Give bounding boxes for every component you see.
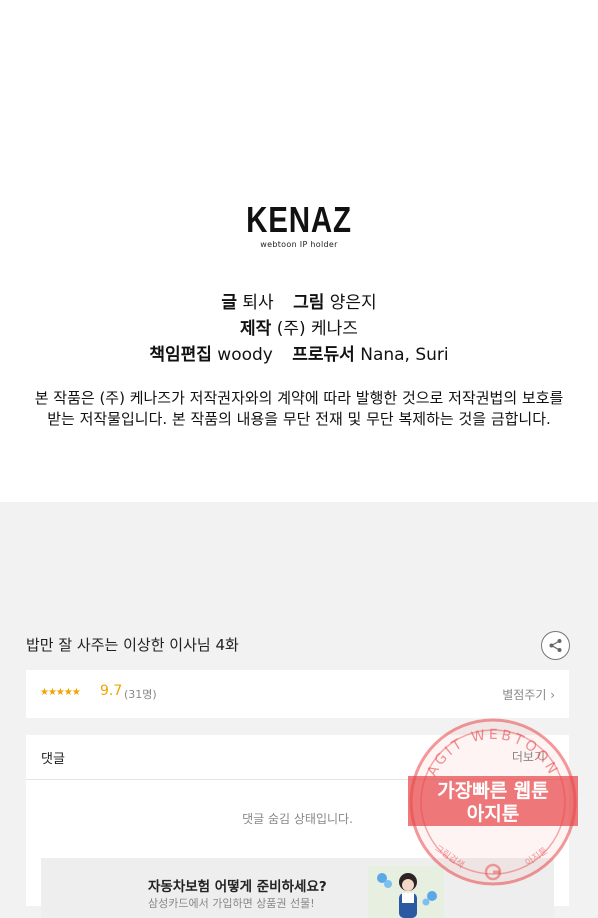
story-label: 글 (221, 293, 237, 313)
notice-line-1: 본 작품은 (주) 케나즈가 저작권자와의 계약에 따라 발행한 것으로 저작권… (34, 389, 564, 407)
ad-banner[interactable]: 자동차보험 어떻게 준비하세요? 삼성카드에서 가입하면 상품권 선물! (41, 858, 554, 918)
production-value: (주) 케나즈 (276, 319, 358, 339)
episode-title: 밥만 잘 사주는 이상한 이사님 4화 (26, 636, 239, 654)
comments-title: 댓글 (41, 752, 65, 767)
copyright-notice: 본 작품은 (주) 케나즈가 저작권자와의 계약에 따라 발행한 것으로 저작권… (20, 388, 578, 430)
rating-stars: ★★★★★ (40, 687, 81, 698)
rating-score: 9.7 (100, 683, 123, 699)
ad-image (368, 866, 444, 918)
share-icon (549, 639, 562, 652)
ad-title: 자동차보험 어떻게 준비하세요? (148, 879, 327, 895)
producer-value: Nana, Suri (360, 345, 449, 365)
logo-tagline: webtoon IP holder (260, 240, 338, 249)
rating-count: (31명) (124, 688, 157, 701)
comments-section: 댓글 더보기 댓글 숨김 상태입니다. 자동차보험 어떻게 준비하세요? 삼성카… (26, 735, 569, 918)
credits-line-2: 제작 (주) 케나즈 (0, 316, 598, 342)
credits-line-3: 책임편집 woody 프로듀서 Nana, Suri (0, 342, 598, 368)
story-value: 퇴사 (242, 293, 274, 313)
ad-illustration (377, 873, 437, 918)
rating-bar: ★★★★★ 9.7 (31명) 별점주기 › (26, 670, 569, 718)
producer-label: 프로듀서 (292, 345, 355, 365)
credits-page: KENAZ webtoon IP holder 글 퇴사 그림 양은지 제작 (… (0, 0, 598, 502)
editor-label: 책임편집 (149, 345, 212, 365)
editor-value: woody (217, 345, 273, 365)
share-button[interactable] (541, 631, 570, 660)
comments-hidden-message: 댓글 숨김 상태입니다. (242, 812, 353, 826)
production-label: 제작 (240, 319, 272, 339)
credits-block: 글 퇴사 그림 양은지 제작 (주) 케나즈 책임편집 woody 프로듀서 N… (0, 290, 598, 368)
rate-button[interactable]: 별점주기 › (502, 686, 555, 703)
kenaz-logo: KENAZ webtoon IP holder (0, 199, 598, 250)
art-value: 양은지 (329, 293, 377, 313)
comments-more-link[interactable]: 더보기 (512, 748, 545, 765)
logo-wordmark: KENAZ (246, 199, 352, 240)
comments-header: 댓글 더보기 (26, 735, 569, 780)
notice-line-2: 받는 저작물입니다. 본 작품의 내용을 무단 전재 및 무단 복제하는 것을 … (47, 410, 551, 428)
ad-subtitle: 삼성카드에서 가입하면 상품권 선물! (148, 897, 315, 910)
art-label: 그림 (293, 293, 325, 313)
credits-line-1: 글 퇴사 그림 양은지 (0, 290, 598, 316)
